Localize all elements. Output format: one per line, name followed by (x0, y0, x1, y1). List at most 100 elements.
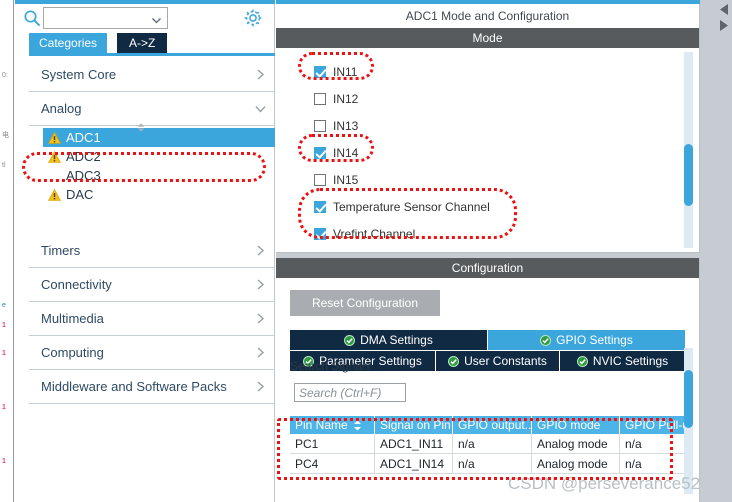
tab-nvic-settings[interactable]: NVIC Settings (560, 351, 686, 372)
warning-icon (48, 150, 61, 163)
tab-categories[interactable]: Categories (29, 33, 108, 53)
search-input[interactable] (43, 7, 168, 29)
search-icon[interactable] (23, 9, 41, 27)
scroll-up-arrow-icon[interactable] (718, 3, 730, 16)
category-connectivity[interactable]: Connectivity (29, 268, 275, 302)
checkbox-box[interactable] (314, 146, 326, 159)
check-circle-icon (448, 355, 460, 367)
channel-checkbox-in12[interactable]: IN12 (314, 85, 699, 112)
tree-item-adc1[interactable]: ADC1 (43, 128, 275, 147)
tab-label: User Constants (464, 354, 547, 368)
window-vertical-scrollbar[interactable] (716, 0, 732, 502)
category-multimedia[interactable]: Multimedia (29, 302, 275, 336)
config-scrollbar-thumb[interactable] (684, 370, 693, 428)
background-text-fragment: 1 (2, 350, 6, 357)
tree-view-tabs: Categories A->Z (29, 33, 275, 53)
checkbox-label: IN11 (333, 64, 358, 79)
table-header-signal-on-pin[interactable]: Signal on Pin (375, 416, 453, 434)
background-text-fragment: 1 (2, 404, 6, 411)
category-label: System Core (41, 67, 117, 82)
checkbox-box[interactable] (314, 65, 326, 78)
table-row[interactable]: PC4 ADC1_IN14 n/a Analog mode n/a (290, 454, 686, 474)
background-text-fragment: 0: (2, 72, 8, 79)
category-label: Connectivity (41, 277, 112, 292)
background-text-fragment: 1 (2, 458, 6, 465)
chevron-down-icon[interactable] (151, 13, 162, 24)
checkbox-box[interactable] (314, 92, 326, 105)
tree-item-adc2[interactable]: ADC2 (43, 147, 275, 166)
chevron-right-icon[interactable] (254, 68, 267, 81)
channel-checkbox-list: IN11 IN12 IN13 IN14 IN15 Temperature Sensor C… (276, 48, 699, 247)
chevron-right-icon[interactable] (254, 312, 267, 325)
checkbox-box[interactable] (314, 119, 326, 132)
gear-icon[interactable] (243, 8, 263, 28)
tab-label: GPIO Settings (556, 333, 633, 347)
tree-item-adc3[interactable]: ADC3 (43, 166, 275, 185)
channel-checkbox-in14[interactable]: IN14 (314, 139, 699, 166)
table-header-pin-name[interactable]: Pin Name (290, 416, 375, 434)
sort-arrows-icon[interactable] (353, 420, 362, 431)
table-row[interactable]: PC1 ADC1_IN11 n/a Analog mode n/a (290, 434, 686, 454)
category-middleware-and-software-packs[interactable]: Middleware and Software Packs (29, 370, 275, 404)
table-header-gpio-mode[interactable]: GPIO mode (532, 416, 620, 434)
table-cell: n/a (453, 454, 532, 473)
watermark: CSDN @perseverance52 (508, 474, 701, 493)
channel-checkbox-in13[interactable]: IN13 (314, 112, 699, 139)
tree-items-spacer (43, 204, 275, 234)
mode-scrollbar-thumb[interactable] (684, 144, 693, 206)
splitter-handle[interactable] (133, 119, 149, 132)
channel-checkbox-temperature-sensor-channel[interactable]: Temperature Sensor Channel (314, 193, 699, 220)
check-circle-icon (344, 334, 356, 346)
table-cell: Analog mode (532, 434, 620, 453)
table-cell: n/a (620, 454, 686, 473)
chevron-right-icon[interactable] (254, 346, 267, 359)
signal-search-input[interactable]: Search (Ctrl+F) (294, 383, 406, 402)
tree-item-dac[interactable]: DAC (43, 185, 275, 204)
chevron-right-icon[interactable] (254, 380, 267, 393)
tabs-underline (29, 53, 275, 56)
checkbox-label: IN12 (333, 91, 359, 106)
settings-tabs-row-1: DMA Settings GPIO Settings (290, 330, 686, 351)
scroll-down-arrow-icon[interactable] (718, 19, 730, 32)
channel-checkbox-in11[interactable]: IN11 (314, 58, 699, 85)
table-header-gpio-pull-u-[interactable]: GPIO Pull-u... (620, 416, 686, 434)
chevron-down-icon[interactable] (254, 102, 267, 115)
channel-checkbox-vrefint-channel[interactable]: Vrefint Channel (314, 220, 699, 247)
mode-section-header: Mode (276, 28, 699, 48)
header-label: Pin Name (295, 418, 348, 432)
tab-dma-settings[interactable]: DMA Settings (290, 330, 488, 351)
tab-gpio-settings[interactable]: GPIO Settings (488, 330, 686, 351)
checkbox-box[interactable] (314, 227, 326, 240)
tab-a-to-z[interactable]: A->Z (117, 33, 168, 53)
category-label: Analog (41, 101, 82, 116)
table-cell: n/a (453, 434, 532, 453)
table-header-row: Pin Name Signal on Pin GPIO output... GPIO … (290, 416, 686, 434)
tree-item-label: ADC3 (66, 168, 101, 183)
tab-label: NVIC Settings (592, 354, 669, 368)
background-pinout-strip: 0: 电 tl e 1 1 1 1 (0, 0, 14, 502)
component-tree-panel: Categories A->Z System Core Analog ADC1 ADC… (15, 0, 275, 502)
table-cell: ADC1_IN14 (375, 454, 453, 473)
background-text-fragment: 1 (2, 322, 6, 329)
signal-search-placeholder: Search (Ctrl+F) (299, 385, 382, 400)
category-system-core[interactable]: System Core (29, 58, 275, 92)
background-text-fragment: e (2, 302, 6, 309)
search-input-field[interactable] (47, 10, 152, 26)
background-text-fragment: tl (2, 162, 6, 169)
tree-item-label: ADC2 (66, 149, 101, 164)
category-computing[interactable]: Computing (29, 336, 275, 370)
channel-checkbox-in15[interactable]: IN15 (314, 166, 699, 193)
category-timers[interactable]: Timers (29, 234, 275, 268)
checkbox-box[interactable] (314, 200, 326, 213)
chevron-right-icon[interactable] (254, 244, 267, 257)
checkbox-label: IN14 (333, 145, 359, 160)
category-analog[interactable]: Analog (29, 92, 275, 126)
chevron-right-icon[interactable] (254, 278, 267, 291)
checkbox-label: Temperature Sensor Channel (333, 199, 490, 214)
table-header-gpio-output-[interactable]: GPIO output... (453, 416, 532, 434)
checkbox-box[interactable] (314, 173, 326, 186)
search-row (15, 4, 275, 32)
reset-configuration-button[interactable]: Reset Configuration (290, 290, 440, 316)
tree-item-label: DAC (66, 187, 94, 202)
tab-user-constants[interactable]: User Constants (436, 351, 560, 372)
